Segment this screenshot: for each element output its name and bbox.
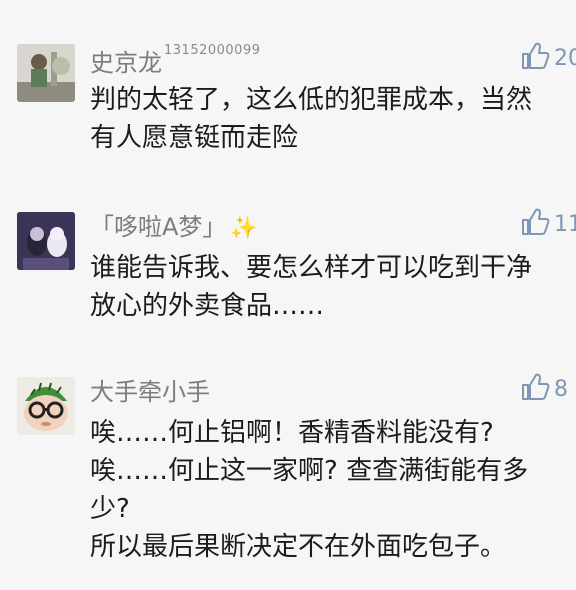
username[interactable]: 「哆啦A梦」 ✨ xyxy=(90,213,258,243)
avatar[interactable] xyxy=(17,377,75,435)
like-button[interactable]: 11 xyxy=(520,208,576,240)
avatar[interactable] xyxy=(17,44,75,102)
thumbs-up-icon xyxy=(520,41,550,75)
sparkle-icon: ✨ xyxy=(230,216,258,241)
like-count: 11 xyxy=(554,211,576,237)
username[interactable]: 大手牵小手 xyxy=(90,378,210,406)
username-suffix: 13152000099 xyxy=(164,43,261,58)
like-count: 20 xyxy=(554,45,576,71)
like-button[interactable]: 20 xyxy=(520,42,576,74)
avatar[interactable] xyxy=(17,212,75,270)
like-count: 8 xyxy=(554,376,568,402)
comment-text: 判的太轻了，这么低的犯罪成本，当然 有人愿意铤而走险 xyxy=(90,85,533,153)
comment-text: 唉……何止铝啊！香精香料能没有? 唉……何止这一家啊? 查查满街能有多 少? 所… xyxy=(90,418,529,562)
thumbs-up-icon xyxy=(520,207,550,241)
username[interactable]: 史京龙 13152000099 xyxy=(90,43,261,77)
like-button[interactable]: 8 xyxy=(520,373,568,405)
comment-text: 谁能告诉我、要怎么样才可以吃到干净 放心的外卖食品…… xyxy=(90,253,533,321)
thumbs-up-icon xyxy=(520,372,550,406)
